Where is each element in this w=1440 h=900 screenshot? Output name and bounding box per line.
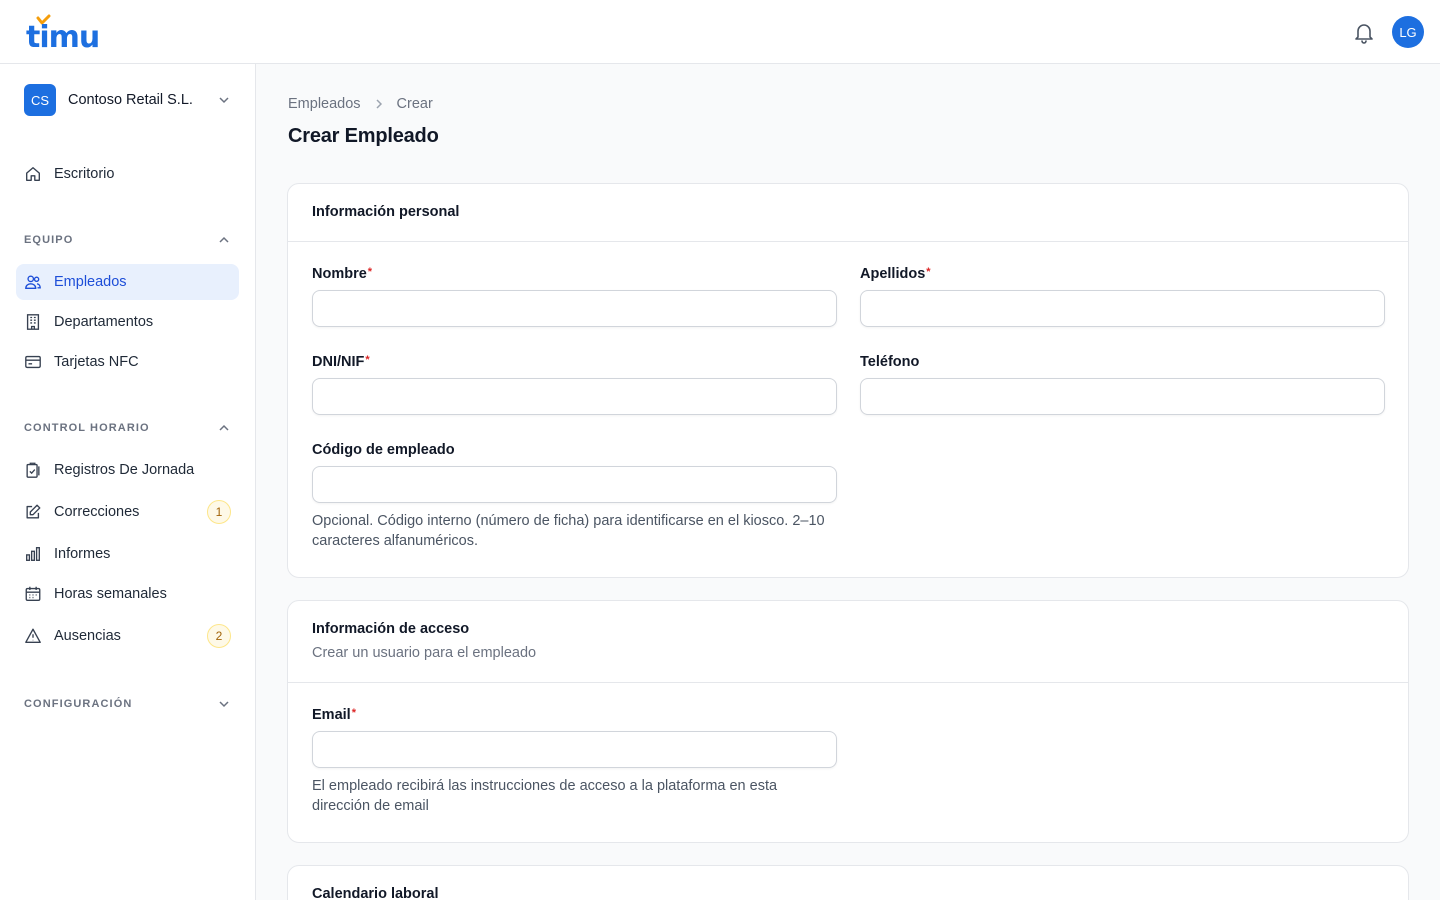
svg-text:timu: timu	[26, 20, 99, 52]
section-equipo[interactable]: EQUIPO	[24, 232, 232, 248]
sidebar-item-empleados[interactable]: Empleados	[16, 264, 239, 300]
card-calendario-laboral: Calendario laboral	[287, 865, 1409, 900]
dni-nif-input[interactable]	[312, 378, 837, 415]
card-header: Información de acceso Crear un usuario p…	[288, 601, 1408, 683]
field-label: Código de empleado	[312, 442, 455, 458]
timu-logo[interactable]: timu	[26, 14, 102, 52]
field-label: Teléfono	[860, 354, 920, 370]
card-header: Información personal	[288, 184, 1408, 242]
sidebar-item-label: Correcciones	[54, 504, 140, 520]
chevron-up-icon	[219, 424, 229, 431]
sidebar-item-label: Horas semanales	[54, 586, 167, 602]
pencil-square-icon	[26, 504, 41, 519]
required-asterisk: *	[365, 354, 370, 366]
card-title: Información personal	[312, 204, 460, 220]
user-avatar[interactable]: LG	[1392, 16, 1424, 48]
warning-triangle-icon	[25, 628, 41, 643]
sidebar-item-label: Ausencias	[54, 628, 121, 644]
field-hint: Opcional. Código interno (número de fich…	[312, 513, 825, 549]
field-label: DNI/NIF*	[312, 354, 370, 370]
field-hint: El empleado recibirá las instrucciones d…	[312, 778, 778, 814]
breadcrumb: Empleados Crear	[288, 96, 433, 112]
required-asterisk: *	[367, 266, 373, 278]
clipboard-check-icon	[26, 462, 40, 478]
top-bar: timu LG	[0, 0, 1440, 64]
card-title: Información de acceso	[312, 621, 470, 637]
org-switcher[interactable]: CS Contoso Retail S.L.	[24, 84, 232, 116]
org-badge: CS	[24, 84, 56, 116]
card-informacion-personal: Información personal Nombre* Apellidos* …	[287, 183, 1409, 578]
users-icon	[25, 275, 41, 289]
calendar-icon	[25, 586, 41, 601]
chevron-right-icon	[376, 99, 382, 109]
sidebar-item-label: Registros De Jornada	[54, 462, 195, 478]
sidebar: CS Contoso Retail S.L. Escritorio EQUIPO…	[0, 64, 256, 900]
sidebar-item-label: Informes	[54, 546, 111, 562]
bar-chart-icon	[26, 547, 40, 561]
telefono-input[interactable]	[860, 378, 1385, 415]
home-icon	[26, 167, 40, 181]
card-informacion-acceso: Información de acceso Crear un usuario p…	[287, 600, 1409, 843]
sidebar-item-label: Departamentos	[54, 314, 154, 330]
chevron-down-icon	[219, 701, 229, 708]
card-subtitle: Crear un usuario para el empleado	[312, 645, 537, 661]
field-dni-nif: DNI/NIF*	[312, 354, 837, 415]
chevron-down-icon	[219, 97, 229, 104]
credit-card-icon	[25, 355, 41, 369]
field-telefono: Teléfono	[860, 354, 1385, 415]
count-badge: 1	[207, 500, 231, 524]
field-nombre: Nombre*	[312, 266, 837, 327]
sidebar-item-tarjetas-nfc[interactable]: Tarjetas NFC	[16, 344, 239, 380]
sidebar-item-registros-de-jornada[interactable]: Registros De Jornada	[16, 452, 239, 488]
bell-icon[interactable]	[1352, 20, 1376, 44]
section-label: CONTROL HORARIO	[24, 422, 150, 434]
card-header: Calendario laboral	[288, 866, 1408, 900]
breadcrumb-current: Crear	[396, 96, 433, 112]
org-name: Contoso Retail S.L.	[68, 92, 193, 108]
sidebar-item-label: Tarjetas NFC	[54, 354, 139, 370]
field-email: Email* El empleado recibirá las instrucc…	[312, 707, 837, 816]
required-asterisk: *	[351, 707, 356, 719]
chevron-up-icon	[219, 236, 229, 243]
sidebar-item-escritorio[interactable]: Escritorio	[16, 156, 239, 192]
sidebar-item-label: Empleados	[54, 274, 127, 290]
codigo-empleado-input[interactable]	[312, 466, 837, 503]
section-label: CONFIGURACIÓN	[24, 698, 133, 710]
field-label: Nombre*	[312, 266, 373, 282]
count-badge: 2	[207, 624, 231, 648]
breadcrumb-link-empleados[interactable]: Empleados	[288, 96, 361, 112]
section-control-horario[interactable]: CONTROL HORARIO	[24, 420, 232, 436]
email-input[interactable]	[312, 731, 837, 768]
section-label: EQUIPO	[24, 234, 74, 246]
required-asterisk: *	[926, 266, 931, 278]
sidebar-item-departamentos[interactable]: Departamentos	[16, 304, 239, 340]
page-title: Crear Empleado	[288, 125, 439, 147]
sidebar-item-ausencias[interactable]: Ausencias 2	[16, 618, 239, 654]
field-codigo-empleado: Código de empleado Opcional. Código inte…	[312, 442, 837, 551]
sidebar-item-informes[interactable]: Informes	[16, 536, 239, 572]
sidebar-item-correcciones[interactable]: Correcciones 1	[16, 494, 239, 530]
field-label: Apellidos*	[860, 266, 931, 282]
field-label: Email*	[312, 707, 356, 723]
building-icon	[26, 314, 40, 330]
section-configuracion[interactable]: CONFIGURACIÓN	[24, 696, 232, 712]
nombre-input[interactable]	[312, 290, 837, 327]
apellidos-input[interactable]	[860, 290, 1385, 327]
sidebar-item-horas-semanales[interactable]: Horas semanales	[16, 576, 239, 612]
sidebar-item-label: Escritorio	[54, 166, 115, 182]
field-apellidos: Apellidos*	[860, 266, 1385, 327]
card-title: Calendario laboral	[312, 886, 439, 900]
